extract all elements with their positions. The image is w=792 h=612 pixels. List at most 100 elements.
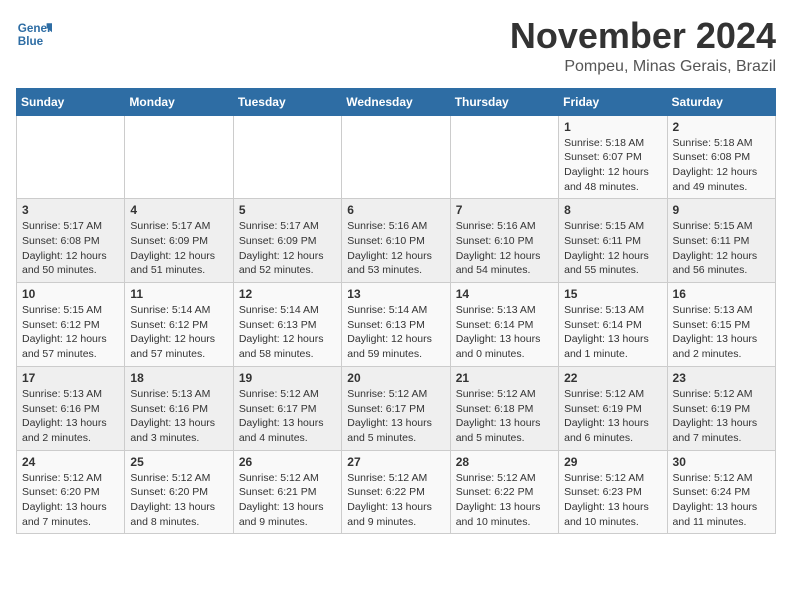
weekday-header: Wednesday bbox=[342, 88, 450, 115]
day-number: 12 bbox=[239, 287, 336, 301]
day-number: 8 bbox=[564, 203, 661, 217]
day-number: 21 bbox=[456, 371, 553, 385]
day-number: 17 bbox=[22, 371, 119, 385]
calendar-cell: 26 Sunrise: 5:12 AM Sunset: 6:21 PM Dayli… bbox=[233, 450, 341, 534]
day-info: Sunrise: 5:18 AM Sunset: 6:07 PM Dayligh… bbox=[564, 136, 661, 195]
calendar-week-row: 24 Sunrise: 5:12 AM Sunset: 6:20 PM Dayli… bbox=[17, 450, 776, 534]
calendar-cell: 15 Sunrise: 5:13 AM Sunset: 6:14 PM Dayli… bbox=[559, 283, 667, 367]
day-number: 22 bbox=[564, 371, 661, 385]
page-header: General Blue General Blue November 2024 … bbox=[16, 16, 776, 76]
calendar-cell: 5 Sunrise: 5:17 AM Sunset: 6:09 PM Daylig… bbox=[233, 199, 341, 283]
month-title: November 2024 bbox=[510, 16, 776, 56]
day-number: 11 bbox=[130, 287, 227, 301]
day-number: 1 bbox=[564, 120, 661, 134]
day-info: Sunrise: 5:12 AM Sunset: 6:20 PM Dayligh… bbox=[130, 471, 227, 530]
day-number: 4 bbox=[130, 203, 227, 217]
weekday-header: Tuesday bbox=[233, 88, 341, 115]
day-info: Sunrise: 5:13 AM Sunset: 6:14 PM Dayligh… bbox=[456, 303, 553, 362]
day-info: Sunrise: 5:14 AM Sunset: 6:13 PM Dayligh… bbox=[239, 303, 336, 362]
calendar-cell bbox=[450, 115, 558, 199]
calendar-cell: 28 Sunrise: 5:12 AM Sunset: 6:22 PM Dayli… bbox=[450, 450, 558, 534]
calendar-cell bbox=[17, 115, 125, 199]
title-block: November 2024 Pompeu, Minas Gerais, Braz… bbox=[510, 16, 776, 76]
calendar-cell: 22 Sunrise: 5:12 AM Sunset: 6:19 PM Dayli… bbox=[559, 366, 667, 450]
day-number: 28 bbox=[456, 455, 553, 469]
calendar-cell: 14 Sunrise: 5:13 AM Sunset: 6:14 PM Dayli… bbox=[450, 283, 558, 367]
calendar-cell: 18 Sunrise: 5:13 AM Sunset: 6:16 PM Dayli… bbox=[125, 366, 233, 450]
calendar-cell: 27Sunrise: 5:12 AM Sunset: 6:22 PM Dayli… bbox=[342, 450, 450, 534]
calendar-cell: 8 Sunrise: 5:15 AM Sunset: 6:11 PM Daylig… bbox=[559, 199, 667, 283]
location: Pompeu, Minas Gerais, Brazil bbox=[510, 58, 776, 76]
calendar-cell: 21 Sunrise: 5:12 AM Sunset: 6:18 PM Dayli… bbox=[450, 366, 558, 450]
day-number: 15 bbox=[564, 287, 661, 301]
day-info: Sunrise: 5:14 AM Sunset: 6:12 PM Dayligh… bbox=[130, 303, 227, 362]
day-number: 14 bbox=[456, 287, 553, 301]
calendar-cell: 16 Sunrise: 5:13 AM Sunset: 6:15 PM Dayli… bbox=[667, 283, 775, 367]
calendar-cell: 2 Sunrise: 5:18 AM Sunset: 6:08 PM Daylig… bbox=[667, 115, 775, 199]
calendar-week-row: 17 Sunrise: 5:13 AM Sunset: 6:16 PM Dayli… bbox=[17, 366, 776, 450]
day-number: 24 bbox=[22, 455, 119, 469]
day-info: Sunrise: 5:13 AM Sunset: 6:14 PM Dayligh… bbox=[564, 303, 661, 362]
day-info: Sunrise: 5:18 AM Sunset: 6:08 PM Dayligh… bbox=[673, 136, 770, 195]
day-number: 7 bbox=[456, 203, 553, 217]
day-number: 25 bbox=[130, 455, 227, 469]
calendar-cell: 17 Sunrise: 5:13 AM Sunset: 6:16 PM Dayli… bbox=[17, 366, 125, 450]
day-info: Sunrise: 5:15 AM Sunset: 6:12 PM Dayligh… bbox=[22, 303, 119, 362]
day-info: Sunrise: 5:16 AM Sunset: 6:10 PM Dayligh… bbox=[456, 219, 553, 278]
day-info: Sunrise: 5:12 AM Sunset: 6:23 PM Dayligh… bbox=[564, 471, 661, 530]
calendar-cell: 20Sunrise: 5:12 AM Sunset: 6:17 PM Dayli… bbox=[342, 366, 450, 450]
day-info: Sunrise: 5:12 AM Sunset: 6:17 PM Dayligh… bbox=[347, 387, 444, 446]
day-info: Sunrise: 5:12 AM Sunset: 6:19 PM Dayligh… bbox=[673, 387, 770, 446]
day-info: Sunrise: 5:13 AM Sunset: 6:16 PM Dayligh… bbox=[130, 387, 227, 446]
calendar-cell bbox=[342, 115, 450, 199]
svg-text:Blue: Blue bbox=[18, 35, 44, 48]
day-number: 19 bbox=[239, 371, 336, 385]
day-info: Sunrise: 5:15 AM Sunset: 6:11 PM Dayligh… bbox=[673, 219, 770, 278]
calendar-week-row: 1 Sunrise: 5:18 AM Sunset: 6:07 PM Daylig… bbox=[17, 115, 776, 199]
calendar-cell: 12 Sunrise: 5:14 AM Sunset: 6:13 PM Dayli… bbox=[233, 283, 341, 367]
calendar-cell: 23Sunrise: 5:12 AM Sunset: 6:19 PM Dayli… bbox=[667, 366, 775, 450]
day-info: Sunrise: 5:12 AM Sunset: 6:22 PM Dayligh… bbox=[456, 471, 553, 530]
day-number: 10 bbox=[22, 287, 119, 301]
day-info: Sunrise: 5:13 AM Sunset: 6:16 PM Dayligh… bbox=[22, 387, 119, 446]
day-number: 6 bbox=[347, 203, 444, 217]
calendar-cell: 10 Sunrise: 5:15 AM Sunset: 6:12 PM Dayli… bbox=[17, 283, 125, 367]
calendar-cell: 13Sunrise: 5:14 AM Sunset: 6:13 PM Dayli… bbox=[342, 283, 450, 367]
day-info: Sunrise: 5:12 AM Sunset: 6:17 PM Dayligh… bbox=[239, 387, 336, 446]
calendar-cell: 9 Sunrise: 5:15 AM Sunset: 6:11 PM Daylig… bbox=[667, 199, 775, 283]
day-info: Sunrise: 5:17 AM Sunset: 6:09 PM Dayligh… bbox=[239, 219, 336, 278]
calendar-cell: 6 Sunrise: 5:16 AM Sunset: 6:10 PM Daylig… bbox=[342, 199, 450, 283]
calendar-cell: 4 Sunrise: 5:17 AM Sunset: 6:09 PM Daylig… bbox=[125, 199, 233, 283]
day-number: 9 bbox=[673, 203, 770, 217]
day-number: 18 bbox=[130, 371, 227, 385]
day-info: Sunrise: 5:16 AM Sunset: 6:10 PM Dayligh… bbox=[347, 219, 444, 278]
day-number: 26 bbox=[239, 455, 336, 469]
day-info: Sunrise: 5:17 AM Sunset: 6:08 PM Dayligh… bbox=[22, 219, 119, 278]
calendar-cell: 7 Sunrise: 5:16 AM Sunset: 6:10 PM Daylig… bbox=[450, 199, 558, 283]
day-number: 29 bbox=[564, 455, 661, 469]
calendar-cell: 19 Sunrise: 5:12 AM Sunset: 6:17 PM Dayli… bbox=[233, 366, 341, 450]
calendar-cell: 30 Sunrise: 5:12 AM Sunset: 6:24 PM Dayli… bbox=[667, 450, 775, 534]
day-info: Sunrise: 5:15 AM Sunset: 6:11 PM Dayligh… bbox=[564, 219, 661, 278]
day-number: 5 bbox=[239, 203, 336, 217]
weekday-header: Thursday bbox=[450, 88, 558, 115]
day-number: 2 bbox=[673, 120, 770, 134]
day-info: Sunrise: 5:12 AM Sunset: 6:18 PM Dayligh… bbox=[456, 387, 553, 446]
calendar-week-row: 3 Sunrise: 5:17 AM Sunset: 6:08 PM Daylig… bbox=[17, 199, 776, 283]
calendar-cell bbox=[125, 115, 233, 199]
day-info: Sunrise: 5:17 AM Sunset: 6:09 PM Dayligh… bbox=[130, 219, 227, 278]
calendar-cell: 11 Sunrise: 5:14 AM Sunset: 6:12 PM Dayli… bbox=[125, 283, 233, 367]
day-number: 16 bbox=[673, 287, 770, 301]
day-number: 30 bbox=[673, 455, 770, 469]
day-info: Sunrise: 5:13 AM Sunset: 6:15 PM Dayligh… bbox=[673, 303, 770, 362]
calendar-cell: 29 Sunrise: 5:12 AM Sunset: 6:23 PM Dayli… bbox=[559, 450, 667, 534]
calendar-cell: 3 Sunrise: 5:17 AM Sunset: 6:08 PM Daylig… bbox=[17, 199, 125, 283]
calendar-header: SundayMondayTuesdayWednesdayThursdayFrid… bbox=[17, 88, 776, 115]
weekday-header: Sunday bbox=[17, 88, 125, 115]
logo: General Blue General Blue bbox=[16, 16, 52, 52]
day-info: Sunrise: 5:12 AM Sunset: 6:24 PM Dayligh… bbox=[673, 471, 770, 530]
day-info: Sunrise: 5:12 AM Sunset: 6:21 PM Dayligh… bbox=[239, 471, 336, 530]
weekday-header: Saturday bbox=[667, 88, 775, 115]
day-info: Sunrise: 5:12 AM Sunset: 6:19 PM Dayligh… bbox=[564, 387, 661, 446]
day-number: 3 bbox=[22, 203, 119, 217]
